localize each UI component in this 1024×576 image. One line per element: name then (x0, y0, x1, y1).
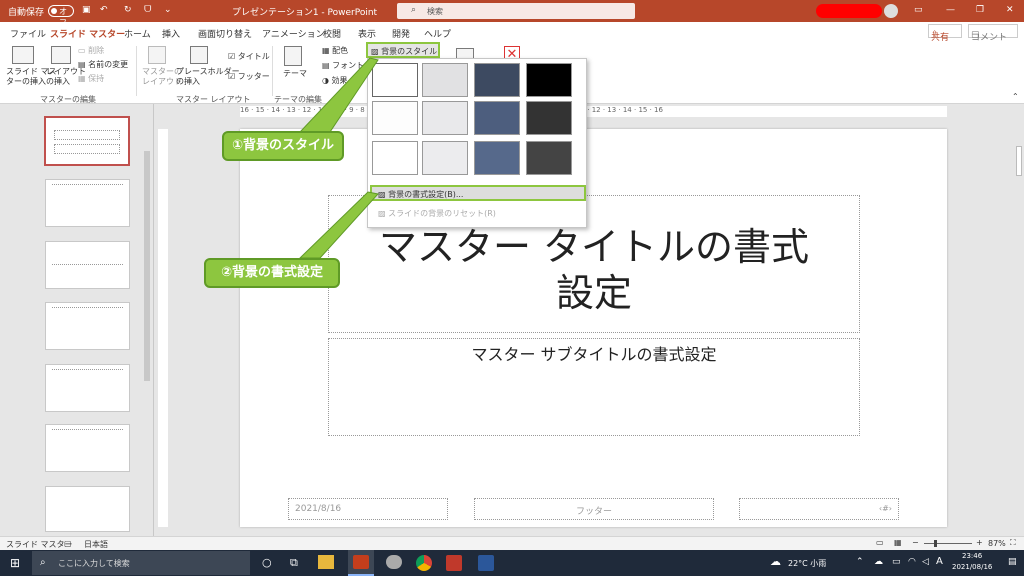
cortana-icon[interactable]: ○ (262, 556, 272, 569)
callout-background-styles: ①背景のスタイル (222, 131, 344, 161)
taskbar-search-placeholder: ここに入力して検索 (58, 559, 130, 568)
red-app-icon[interactable] (446, 555, 462, 571)
app-icon[interactable] (386, 555, 402, 569)
powerpoint-taskbar-button[interactable] (348, 550, 374, 576)
clock-time[interactable]: 23:46 (962, 552, 982, 560)
task-view-icon[interactable]: ⧉ (290, 556, 298, 570)
normal-view-icon[interactable]: ▭ (876, 538, 884, 547)
notifications-icon[interactable]: ▤ (1008, 557, 1017, 567)
weather-icon: ☁ (770, 555, 781, 568)
windows-start-icon[interactable]: ⊞ (10, 556, 20, 570)
file-explorer-icon[interactable] (318, 555, 334, 569)
volume-icon[interactable]: ◁ (922, 557, 929, 567)
slide-sorter-icon[interactable]: ▦ (894, 538, 902, 547)
chrome-icon[interactable] (416, 555, 432, 571)
clock-date[interactable]: 2021/08/16 (952, 563, 992, 571)
taskbar: ⊞ ⌕ ここに入力して検索 ○ ⧉ ☁ 22°C 小雨 ⌃ ☁ ▭ ◠ ◁ A … (0, 550, 1024, 576)
zoom-slider[interactable] (924, 540, 972, 547)
ime-indicator[interactable]: A (936, 556, 943, 567)
taskbar-search-box[interactable]: ⌕ ここに入力して検索 (32, 551, 250, 575)
search-icon: ⌕ (40, 557, 46, 568)
callout-format-background: ②背景の書式設定 (204, 258, 340, 288)
status-bar: スライド マスター ▢ 日本語 ▭ ▦ − + 87% ⛶ (0, 536, 1024, 550)
weather-text[interactable]: 22°C 小雨 (788, 558, 826, 569)
accessibility-icon[interactable]: ▢ (64, 539, 72, 548)
zoom-out-icon[interactable]: − (912, 538, 919, 547)
zoom-in-icon[interactable]: + (976, 538, 983, 547)
zoom-level[interactable]: 87% (988, 539, 1006, 548)
wifi-icon[interactable]: ◠ (908, 557, 916, 567)
onedrive-icon[interactable]: ☁ (874, 557, 883, 567)
battery-icon[interactable]: ▭ (892, 557, 901, 567)
tray-up-icon[interactable]: ⌃ (856, 557, 864, 567)
language-status[interactable]: 日本語 (84, 539, 108, 550)
word-icon[interactable] (478, 555, 494, 571)
fit-slide-icon[interactable]: ⛶ (1010, 538, 1016, 548)
powerpoint-icon (353, 555, 369, 569)
view-status: スライド マスター (6, 540, 73, 549)
callout-pointers (298, 57, 379, 259)
